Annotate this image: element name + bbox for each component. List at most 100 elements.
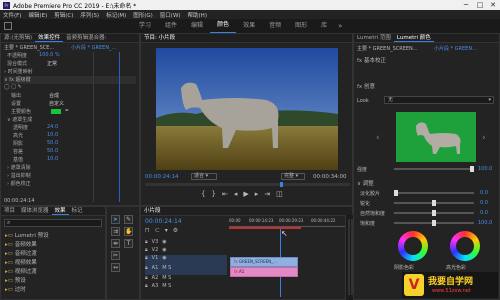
- vibrance-slider[interactable]: [394, 210, 474, 216]
- step-back-icon[interactable]: ⇤: [222, 190, 228, 198]
- menu-help[interactable]: 帮助(H): [188, 11, 207, 19]
- track-select-tool-icon[interactable]: ⇉: [111, 227, 120, 236]
- camera-icon[interactable]: ◫: [276, 190, 283, 198]
- shadow-tint-wheel[interactable]: [398, 231, 428, 261]
- minimize-button[interactable]: ─: [459, 0, 473, 10]
- snap-icon[interactable]: ⊓: [145, 227, 150, 234]
- maximize-button[interactable]: □: [473, 0, 487, 10]
- slip-tool-icon[interactable]: ↔: [111, 263, 120, 272]
- program-scrubber[interactable]: [145, 182, 350, 187]
- key-color-swatch[interactable]: [51, 109, 61, 114]
- track-header-v1[interactable]: 🔒︎ V1 ◉: [145, 255, 227, 265]
- tab-audio-mixer[interactable]: 音频剪辑混合器:: [63, 34, 109, 42]
- group-row[interactable]: › 溢出抑制: [7, 172, 31, 180]
- menu-sequence[interactable]: 序列(S): [80, 11, 99, 19]
- quality-dropdown[interactable]: 完整 ▾: [281, 173, 305, 180]
- track-header-a1[interactable]: 🔒︎ A1 M S: [145, 265, 227, 275]
- tab-effects[interactable]: 效果: [51, 207, 69, 215]
- home-icon[interactable]: [4, 22, 12, 30]
- slider-value: 0.0: [480, 200, 488, 206]
- menu-edit[interactable]: 编辑(E): [28, 11, 47, 19]
- track-header[interactable]: 🔒︎ A2 M S: [145, 275, 227, 283]
- tab-project[interactable]: 项目: [1, 207, 18, 215]
- workspace-assembly[interactable]: 组件: [158, 19, 184, 33]
- list-item[interactable]: ▸▭ Lumetri 预设: [5, 231, 105, 240]
- group-row-ultra-key[interactable]: ∨ fx 超级键: [4, 76, 136, 84]
- workspace-effects[interactable]: 效果: [236, 19, 262, 33]
- watermark-logo: V: [404, 274, 424, 296]
- linked-selection-icon[interactable]: ⊂: [155, 227, 160, 234]
- type-tool-icon[interactable]: T: [124, 239, 133, 248]
- tab-effect-controls[interactable]: 效果控件: [35, 34, 64, 42]
- menu-graphics[interactable]: 图形(G): [133, 11, 153, 19]
- tab-lumetri-color[interactable]: Lumetri 颜色: [393, 34, 434, 42]
- program-monitor: 节目: 小片段 00:00:24:14 适合 ▾ 完整 ▾ 00:00:34:0…: [140, 33, 353, 206]
- mark-out-icon[interactable]: }: [211, 190, 215, 198]
- menu-file[interactable]: 文件(F): [3, 11, 21, 19]
- time-ruler[interactable]: 00:00 00:00:14:23 00:00:29:23 00:00:44:2…: [229, 218, 347, 230]
- list-item[interactable]: ▸▭ 视频效果: [5, 258, 105, 267]
- tab-markers[interactable]: 标记: [69, 207, 86, 215]
- tab-source[interactable]: 源:(无剪辑): [1, 34, 35, 42]
- next-look-icon[interactable]: ›: [482, 106, 492, 171]
- track-lock-icon: 🔒︎: [145, 275, 148, 281]
- basic-correction-section[interactable]: fx 基本校正: [357, 56, 497, 66]
- frame-forward-icon[interactable]: ▸: [255, 190, 259, 198]
- hand-tool-icon[interactable]: ✋: [124, 227, 133, 236]
- group-row[interactable]: › 颜色校正: [7, 180, 31, 188]
- wrench-icon[interactable]: ⚙: [173, 227, 178, 234]
- workspace-graphics[interactable]: 图形: [288, 19, 314, 33]
- list-item[interactable]: ▸▭ 视频过渡: [5, 267, 105, 276]
- list-item[interactable]: ▸▭ 音频效果: [5, 240, 105, 249]
- selection-tool-icon[interactable]: ➤: [111, 215, 120, 224]
- tab-lumetri-scopes[interactable]: Lumetri 范围: [354, 34, 394, 42]
- tab-media-browser[interactable]: 媒体浏览器: [18, 207, 52, 215]
- workspace-learn[interactable]: 学习: [132, 19, 158, 33]
- more-workspaces-icon[interactable]: »: [338, 22, 342, 30]
- track-header[interactable]: 🔒︎ V2 ◉: [145, 247, 227, 255]
- sequence-tab[interactable]: 小片段: [141, 208, 164, 214]
- ripple-edit-tool-icon[interactable]: ⇹: [111, 239, 120, 248]
- effects-list: ▸▭ Lumetri 预设 ▸▭ 音频效果 ▸▭ 音频过渡 ▸▭ 视频效果 ▸▭…: [5, 231, 105, 294]
- adjust-section[interactable]: ∨ 调整: [357, 179, 374, 187]
- creative-section[interactable]: fx 创意: [357, 82, 497, 92]
- list-item[interactable]: ▸▭ 过时: [5, 285, 105, 294]
- highlight-tint-wheel[interactable]: [450, 231, 480, 261]
- group-row[interactable]: › 时间重映射: [4, 68, 33, 76]
- audio-clip[interactable]: fx A1: [230, 267, 298, 277]
- razor-tool-icon[interactable]: ✂: [111, 251, 120, 260]
- group-row[interactable]: › 遮罩清除: [7, 164, 31, 172]
- intensity-slider[interactable]: [394, 166, 474, 172]
- scrubber-handle[interactable]: [280, 182, 283, 187]
- step-forward-icon[interactable]: ⇥: [264, 190, 270, 198]
- fade-film-slider[interactable]: [394, 190, 474, 196]
- group-row[interactable]: ∨ 遮罩生成: [7, 116, 32, 124]
- play-icon[interactable]: ▶: [243, 190, 248, 198]
- fit-dropdown[interactable]: 适合 ▾: [191, 173, 217, 180]
- track-lock-icon: 🔒︎: [145, 247, 148, 253]
- menu-window[interactable]: 窗口(W): [160, 11, 181, 19]
- workspace-libraries[interactable]: 库: [314, 19, 334, 33]
- workspace-audio[interactable]: 音频: [262, 19, 288, 33]
- add-marker-icon[interactable]: ▾: [165, 227, 168, 234]
- track-header[interactable]: 🔒︎ V3 ◉: [145, 239, 227, 247]
- list-item[interactable]: ▸▭ 预设: [5, 276, 105, 285]
- pen-tool-icon[interactable]: ✎: [124, 215, 133, 224]
- saturation-slider[interactable]: [394, 220, 474, 226]
- track-header[interactable]: 🔒︎ A3 M S: [145, 283, 227, 291]
- mask-tools[interactable]: ◯ □ ✎: [4, 84, 22, 92]
- look-dropdown[interactable]: 无 ▾: [384, 96, 494, 104]
- sharpen-slider[interactable]: [394, 200, 474, 206]
- frame-back-icon[interactable]: ◂: [234, 190, 238, 198]
- list-item[interactable]: ▸▭ 音频过渡: [5, 249, 105, 258]
- menu-marker[interactable]: 标记(M): [106, 11, 126, 19]
- effects-search-input[interactable]: ⌕: [4, 219, 102, 227]
- video-clip[interactable]: fx GREEN_SCREEN_...: [230, 257, 298, 267]
- workspace-editing[interactable]: 编辑: [184, 19, 210, 33]
- workspace-color[interactable]: 颜色: [210, 18, 237, 34]
- prev-look-icon[interactable]: ‹: [376, 106, 386, 171]
- mark-in-icon[interactable]: {: [201, 190, 205, 198]
- intensity-value: 100.0: [478, 166, 493, 172]
- menu-clip[interactable]: 剪辑(C): [54, 11, 73, 19]
- close-button[interactable]: ✕: [486, 0, 500, 10]
